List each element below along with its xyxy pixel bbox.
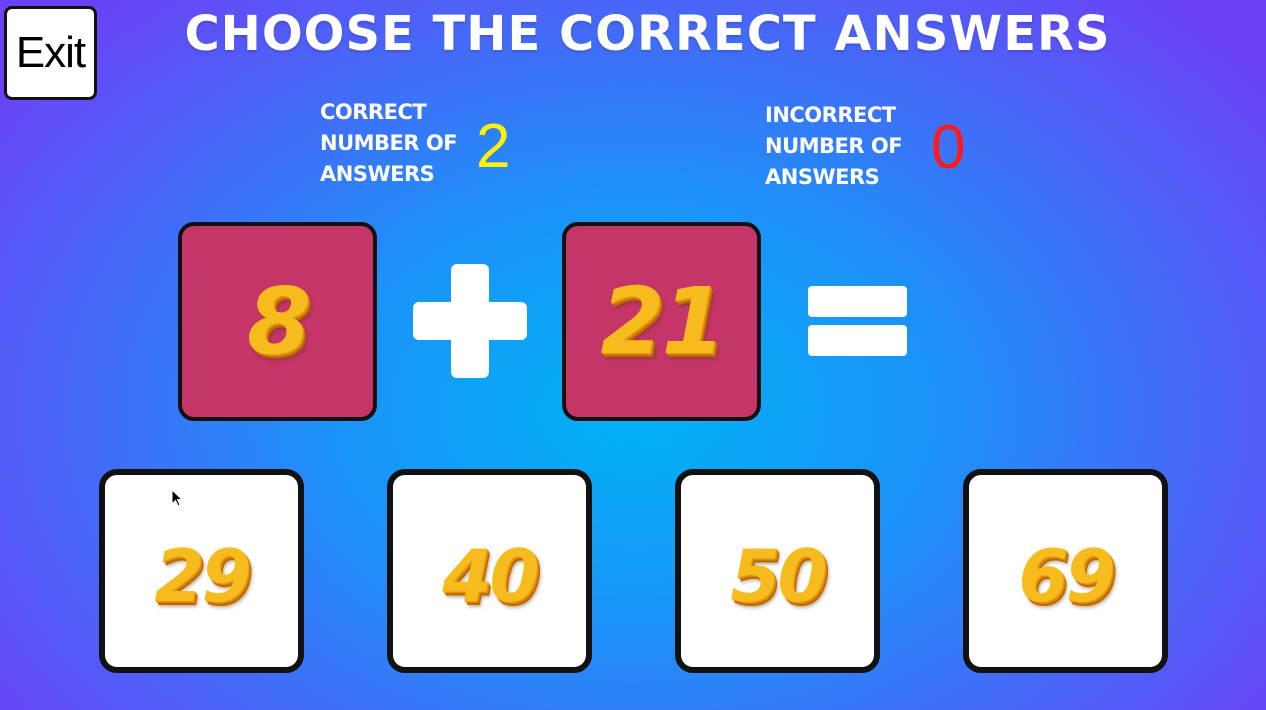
answer-option-2[interactable]: 40: [387, 469, 592, 673]
answer-option-3[interactable]: 50: [675, 469, 880, 673]
answer-option-4-label: 69: [1018, 534, 1115, 618]
answer-option-4[interactable]: 69: [963, 469, 1168, 673]
incorrect-count-value: 0: [931, 113, 966, 182]
exit-button[interactable]: Exit: [4, 6, 97, 100]
right-operand: 21: [600, 268, 725, 375]
mouse-cursor-icon: [171, 489, 183, 507]
answer-option-3-label: 50: [730, 534, 827, 618]
left-operand: 8: [246, 268, 311, 375]
answer-option-1[interactable]: 29: [99, 469, 304, 673]
correct-count-value: 2: [476, 112, 511, 181]
correct-count-label: CORRECT NUMBER OF ANSWERS: [320, 100, 458, 186]
right-operand-tile: 21: [562, 222, 761, 421]
page-title: CHOOSE THE CORRECT ANSWERS: [184, 6, 1111, 62]
left-operand-tile: 8: [178, 222, 377, 421]
incorrect-count-label: INCORRECT NUMBER OF ANSWERS: [765, 103, 903, 189]
answer-option-1-label: 29: [154, 534, 251, 618]
answer-option-2-label: 40: [442, 534, 539, 618]
